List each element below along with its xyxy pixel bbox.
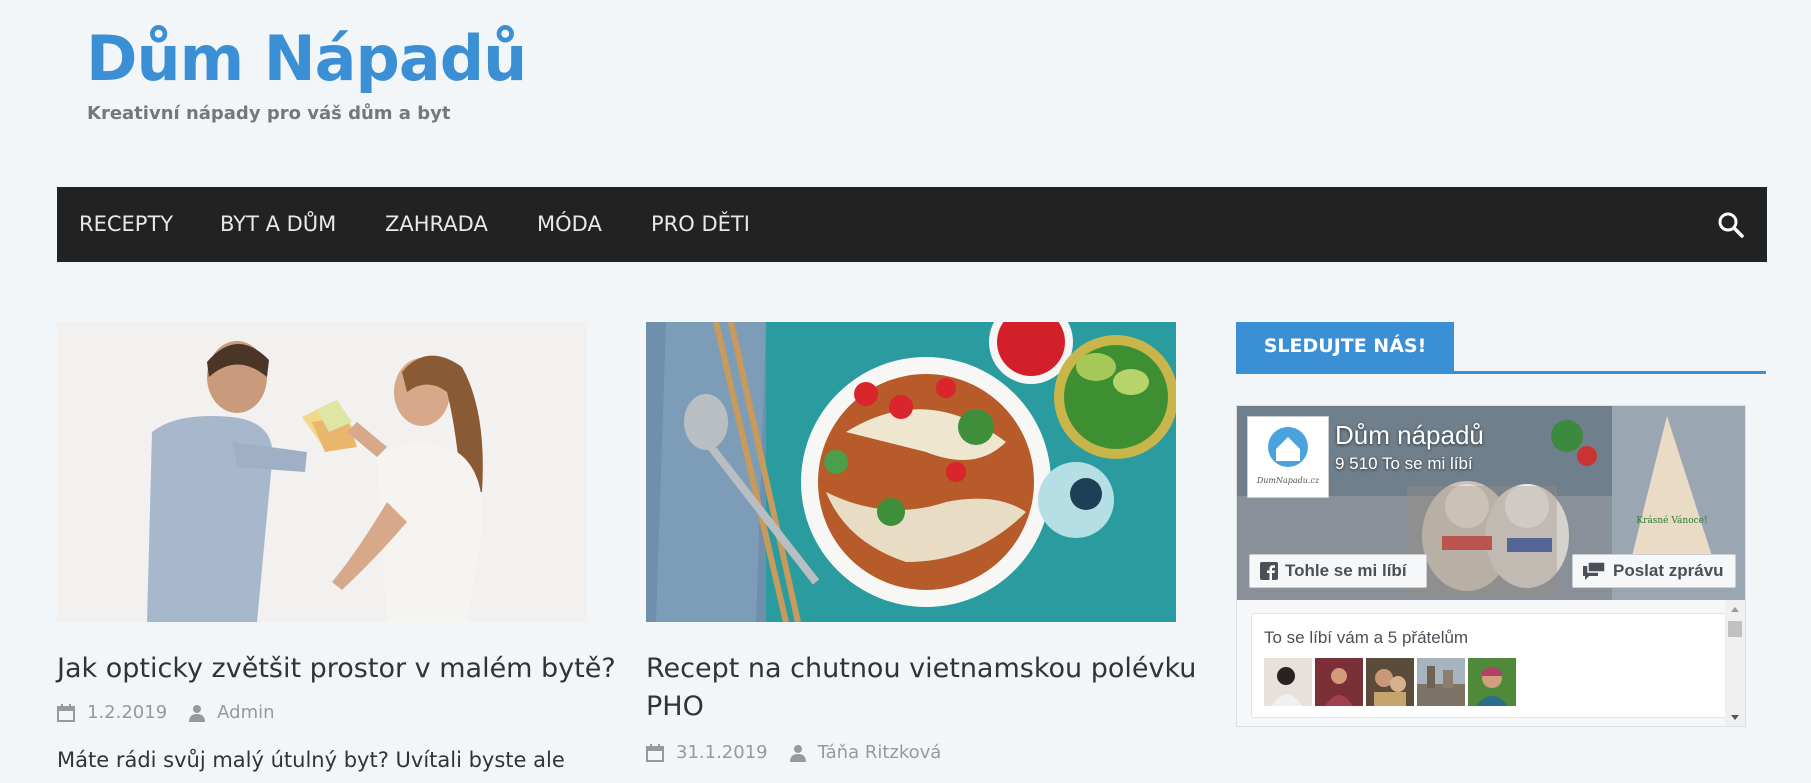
fb-message-button[interactable]: Poslat zprávu (1572, 554, 1736, 588)
nav-item-moda[interactable]: MÓDA (537, 187, 602, 262)
calendar-icon (57, 703, 75, 722)
post-title[interactable]: Recept na chutnou vietnamskou polévku PH… (646, 650, 1196, 726)
search-icon[interactable] (1717, 211, 1745, 239)
fb-friends-text: To se líbí vám a 5 přátelům (1264, 628, 1469, 647)
fb-scrollbar[interactable] (1725, 600, 1745, 726)
fb-page-name[interactable]: Dům nápadů (1335, 420, 1484, 451)
fb-message-label: Poslat zprávu (1613, 561, 1724, 580)
nav-item-zahrada[interactable]: ZAHRADA (385, 187, 488, 262)
post-title[interactable]: Jak opticky zvětšit prostor v malém bytě… (57, 650, 616, 688)
post-excerpt: Máte rádi svůj malý útulný byt? Uvítali … (57, 748, 565, 772)
friend-avatar[interactable] (1417, 658, 1465, 706)
facebook-icon (1260, 562, 1278, 580)
nav-item-recepty[interactable]: RECEPTY (79, 187, 173, 262)
fb-logo-text: DumNapadu.cz (1256, 476, 1320, 485)
friend-avatar[interactable] (1264, 658, 1312, 706)
fb-cover-caption: Krásné Vánoce! (1636, 515, 1707, 526)
post-thumbnail-couple[interactable] (57, 322, 587, 622)
friend-avatar[interactable] (1468, 658, 1516, 706)
fb-friends-panel: To se líbí vám a 5 přátelům (1251, 613, 1727, 718)
facebook-page-plugin: Krásné Vánoce! DumNapadu.cz Dům nápadů 9… (1236, 405, 1746, 727)
friend-avatar[interactable] (1315, 658, 1363, 706)
fb-page-logo[interactable]: DumNapadu.cz (1247, 416, 1329, 498)
post-thumbnail-pho[interactable] (646, 322, 1176, 622)
post-author[interactable]: Táňa Ritzková (818, 742, 942, 763)
post-date[interactable]: 31.1.2019 (676, 742, 768, 763)
fb-like-button[interactable]: Tohle se mi líbí (1249, 554, 1427, 588)
fb-page-likes: 9 510 To se mi líbí (1335, 454, 1473, 473)
post-meta: 31.1.2019 Táňa Ritzková (646, 742, 941, 763)
post-author[interactable]: Admin (217, 702, 274, 723)
widget-header: SLEDUJTE NÁS! (1236, 322, 1766, 374)
nav-item-byt-a-dum[interactable]: BYT A DŮM (220, 187, 336, 262)
widget-title: SLEDUJTE NÁS! (1236, 322, 1454, 371)
user-icon (189, 704, 206, 722)
calendar-icon (646, 743, 664, 762)
messenger-icon (1583, 562, 1605, 580)
site-title[interactable]: Dům Nápadů (86, 28, 527, 90)
fb-like-label: Tohle se mi líbí (1285, 561, 1407, 580)
post-meta: 1.2.2019 Admin (57, 702, 275, 723)
post-title-line[interactable]: Recept na chutnou vietnamskou polévku (646, 650, 1196, 688)
site-tagline: Kreativní nápady pro váš dům a byt (87, 103, 451, 124)
post-title-line[interactable]: PHO (646, 688, 1196, 726)
post-date[interactable]: 1.2.2019 (87, 702, 167, 723)
friend-avatar[interactable] (1366, 658, 1414, 706)
nav-item-pro-deti[interactable]: PRO DĚTI (651, 187, 750, 262)
main-navbar: RECEPTY BYT A DŮM ZAHRADA MÓDA PRO DĚTI (57, 187, 1767, 262)
user-icon (789, 744, 806, 762)
